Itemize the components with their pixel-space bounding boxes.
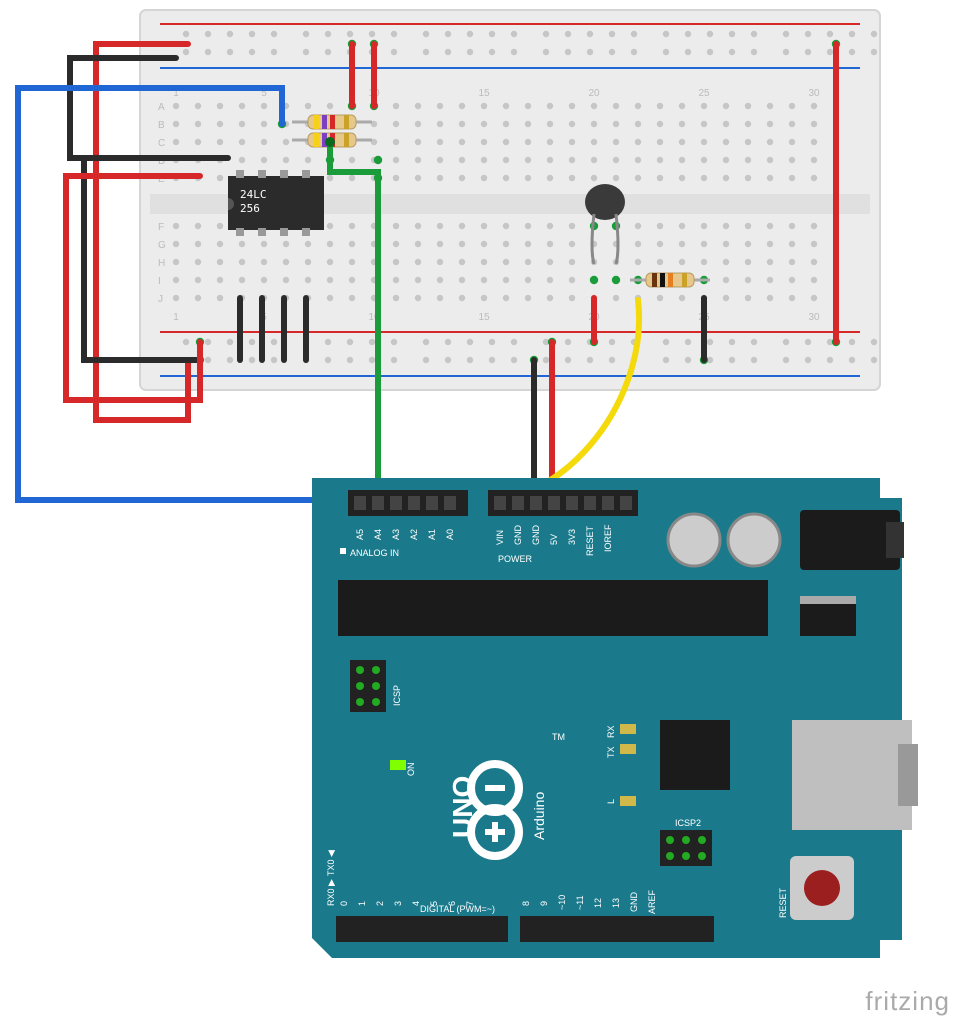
svg-text:ON: ON <box>406 763 416 777</box>
bb-col-25: 25 <box>698 88 710 99</box>
fritzing-diagram: 1 5 10 15 20 25 30 A B C D E F G H I J 1… <box>0 0 960 1024</box>
svg-text:9: 9 <box>539 901 549 906</box>
svg-text:1: 1 <box>357 901 367 906</box>
fritzing-brand: fritzing <box>865 986 950 1016</box>
svg-text:30: 30 <box>808 312 820 323</box>
bb-row-B: B <box>158 120 165 131</box>
svg-text:~11: ~11 <box>575 895 585 910</box>
bb-row-F: F <box>158 222 164 233</box>
svg-text:12: 12 <box>593 898 603 908</box>
bb-col-30: 30 <box>808 88 820 99</box>
svg-text:RX0 ▶: RX0 ▶ <box>326 879 336 906</box>
svg-text:5: 5 <box>429 901 439 906</box>
svg-text:1: 1 <box>173 312 179 323</box>
svg-text:8: 8 <box>521 901 531 906</box>
svg-text:IOREF: IOREF <box>603 524 613 552</box>
svg-text:2: 2 <box>375 901 385 906</box>
bb-row-H: H <box>158 258 165 269</box>
svg-text:GND: GND <box>531 525 541 546</box>
svg-text:5V: 5V <box>549 534 559 545</box>
pin-a5: A5 <box>355 529 365 540</box>
svg-text:GND: GND <box>513 525 523 546</box>
analog-in-label: ANALOG IN <box>350 548 399 558</box>
svg-text:TX: TX <box>606 746 616 758</box>
arduino-uno: A5 A4 A3 A2 A1 A0 ANALOG IN VIN GND GND … <box>312 478 918 958</box>
bb-col-15: 15 <box>478 88 490 99</box>
pin-a2: A2 <box>409 529 419 540</box>
svg-text:3: 3 <box>393 901 403 906</box>
svg-text:GND: GND <box>629 892 639 913</box>
svg-text:RESET: RESET <box>585 525 595 556</box>
svg-text:~10: ~10 <box>557 895 567 910</box>
pin-a3: A3 <box>391 529 401 540</box>
svg-text:VIN: VIN <box>495 530 505 545</box>
svg-text:0: 0 <box>339 901 349 906</box>
bb-row-J: J <box>158 294 163 305</box>
arduino-label: Arduino <box>531 792 547 840</box>
power-label: POWER <box>498 554 533 564</box>
svg-text:15: 15 <box>478 312 490 323</box>
svg-text:RX: RX <box>606 725 616 738</box>
bb-row-G: G <box>158 240 166 251</box>
chip-label-1: 24LC <box>240 188 267 201</box>
svg-text:TX0 ◀: TX0 ◀ <box>326 850 336 876</box>
pin-a4: A4 <box>373 529 383 540</box>
svg-text:TM: TM <box>552 732 565 742</box>
svg-text:13: 13 <box>611 898 621 908</box>
svg-text:3V3: 3V3 <box>567 529 577 545</box>
svg-text:L: L <box>606 799 616 804</box>
bb-col-20: 20 <box>588 88 600 99</box>
pin-a1: A1 <box>427 529 437 540</box>
bb-row-C: C <box>158 138 165 149</box>
svg-text:RESET: RESET <box>778 887 788 918</box>
bb-row-I: I <box>158 276 161 287</box>
bb-row-A: A <box>158 102 165 113</box>
svg-text:7: 7 <box>465 901 475 906</box>
svg-text:4: 4 <box>411 901 421 906</box>
svg-text:ICSP2: ICSP2 <box>675 818 701 828</box>
svg-text:AREF: AREF <box>647 889 657 914</box>
chip-label-2: 256 <box>240 202 260 215</box>
svg-text:6: 6 <box>447 901 457 906</box>
pin-a0: A0 <box>445 529 455 540</box>
svg-text:ICSP: ICSP <box>392 685 402 706</box>
eeprom-24lc256: 24LC 256 <box>228 170 324 236</box>
